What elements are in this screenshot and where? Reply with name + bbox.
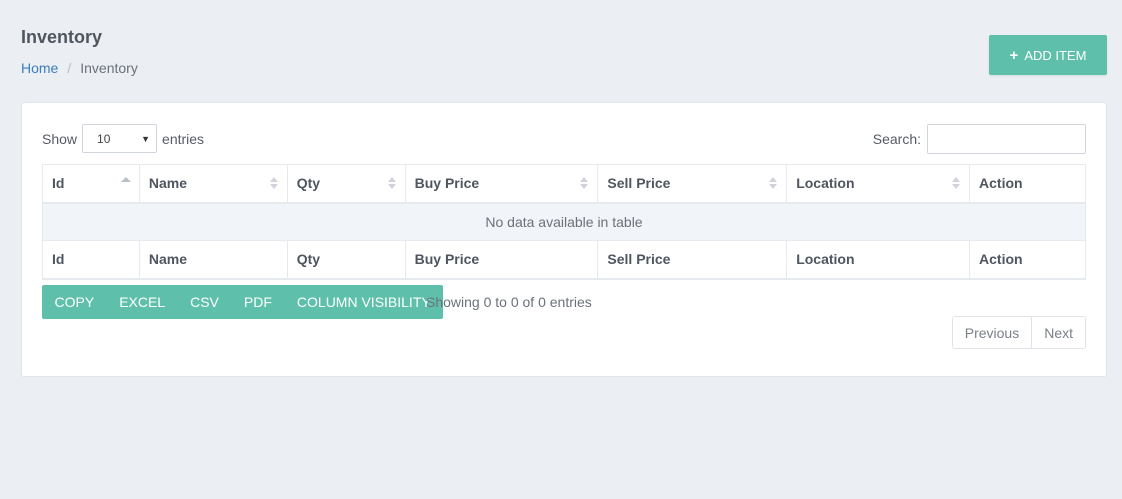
breadcrumb-home-link[interactable]: Home — [21, 60, 58, 76]
column-footer-qty: Qty — [287, 240, 406, 280]
csv-button[interactable]: CSV — [178, 285, 232, 319]
sort-ascending-icon — [120, 177, 131, 182]
column-footer-action: Action — [969, 240, 1086, 280]
empty-table-message: No data available in table — [42, 202, 1086, 241]
column-footer-id: Id — [42, 240, 140, 280]
column-header-label: Sell Price — [607, 175, 671, 192]
table-footer-row: Id Name Qty Buy Price Sell Price Locatio… — [42, 240, 1086, 280]
column-footer-name: Name — [139, 240, 288, 280]
breadcrumb-current: Inventory — [80, 60, 138, 76]
plus-icon: + — [1009, 46, 1019, 64]
sort-icon — [269, 177, 278, 190]
column-footer-buy-price: Buy Price — [405, 240, 599, 280]
column-header-label: Qty — [296, 175, 321, 192]
previous-page-button[interactable]: Previous — [952, 317, 1032, 348]
inventory-table: Id Name Qty Buy Price Sell Price Locatio… — [42, 164, 1086, 280]
chevron-down-icon: ▼ — [141, 133, 151, 144]
page-length-value: 10 — [97, 131, 111, 146]
column-footer-location: Location — [786, 240, 971, 280]
entries-label: entries — [162, 130, 205, 147]
table-row: No data available in table — [42, 202, 1086, 241]
search-input[interactable] — [927, 124, 1086, 154]
column-header-id[interactable]: Id — [42, 164, 140, 204]
next-page-button[interactable]: Next — [1031, 317, 1085, 348]
show-label: Show — [42, 130, 78, 147]
column-header-location[interactable]: Location — [786, 164, 971, 204]
page-length-control: Show 10 ▼ entries — [42, 124, 204, 153]
copy-button[interactable]: COPY — [42, 285, 107, 319]
column-header-label: Location — [796, 175, 855, 192]
sort-icon — [952, 177, 961, 190]
column-header-label: Id — [52, 175, 65, 192]
column-header-buy-price[interactable]: Buy Price — [405, 164, 599, 204]
sort-icon — [387, 177, 396, 190]
column-visibility-button[interactable]: COLUMN VISIBILITY — [284, 285, 443, 319]
pagination: Previous Next — [951, 316, 1086, 349]
sort-icon — [580, 177, 589, 190]
column-footer-sell-price: Sell Price — [597, 240, 788, 280]
column-header-qty[interactable]: Qty — [287, 164, 406, 204]
column-header-sell-price[interactable]: Sell Price — [597, 164, 788, 204]
column-header-name[interactable]: Name — [139, 164, 288, 204]
sort-icon — [769, 177, 778, 190]
inventory-card: Show 10 ▼ entries Search: Id Name Qty Bu… — [21, 102, 1107, 377]
search-label: Search: — [872, 131, 921, 147]
export-button-group: COPY EXCEL CSV PDF COLUMN VISIBILITY — [42, 285, 444, 319]
breadcrumb-separator: / — [67, 60, 72, 76]
column-header-action: Action — [969, 164, 1086, 204]
add-item-button[interactable]: + ADD ITEM — [989, 35, 1107, 75]
page-length-select[interactable]: 10 ▼ — [82, 124, 158, 153]
column-header-label: Name — [148, 175, 188, 192]
excel-button[interactable]: EXCEL — [107, 285, 178, 319]
add-item-label: ADD ITEM — [1024, 47, 1087, 63]
breadcrumb: Home / Inventory — [21, 60, 138, 76]
search-control: Search: — [873, 124, 1086, 154]
pdf-button[interactable]: PDF — [231, 285, 284, 319]
page-title: Inventory — [21, 27, 103, 47]
column-header-label: Action — [979, 175, 1023, 192]
table-header-row: Id Name Qty Buy Price Sell Price Locatio… — [42, 164, 1086, 204]
column-header-label: Buy Price — [414, 175, 480, 192]
table-info-text: Showing 0 to 0 of 0 entries — [426, 294, 592, 310]
